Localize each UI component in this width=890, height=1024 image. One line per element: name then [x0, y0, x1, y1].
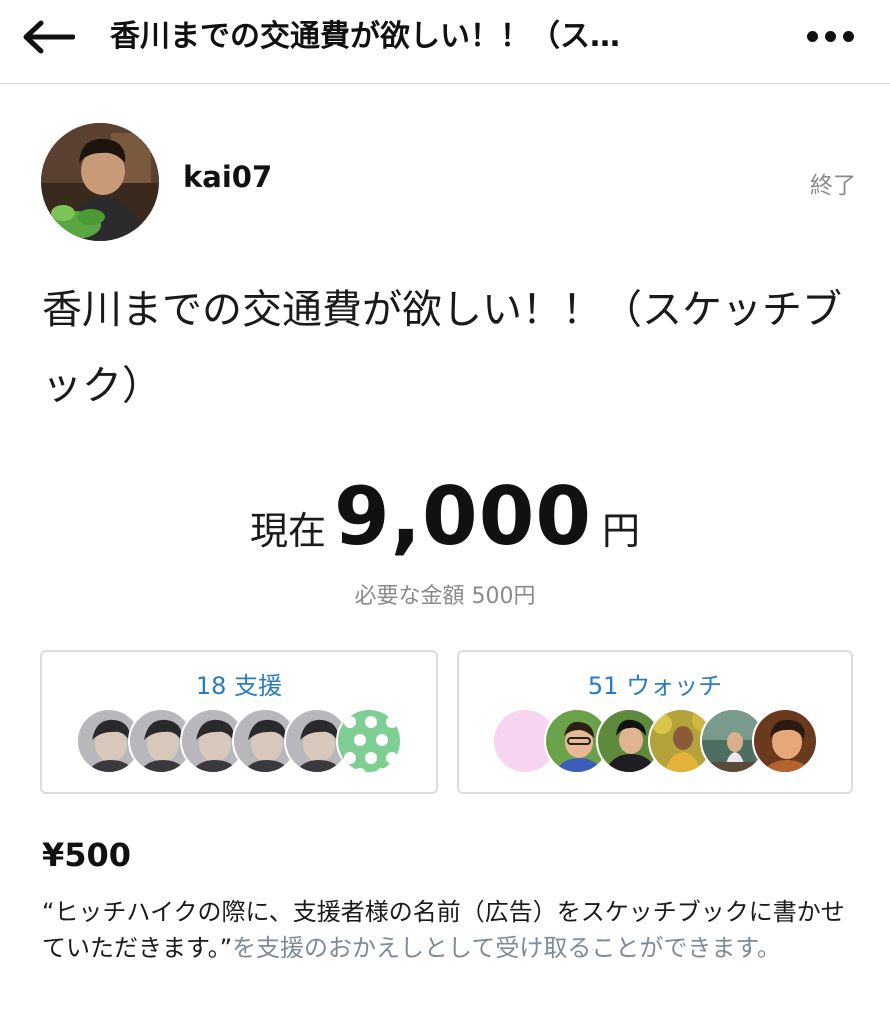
watchers-count-label: 51 ウォッチ — [587, 672, 723, 700]
back-button[interactable] — [18, 14, 78, 60]
current-amount-prefix: 現在 — [249, 509, 326, 553]
project-status-label: 終了 — [810, 173, 856, 199]
reward-description-suffix: を支援のおかえしとして受け取ることができます。 — [232, 934, 781, 962]
supporters-avatar-row — [42, 708, 436, 776]
more-dots-icon — [824, 30, 836, 42]
more-options-button[interactable] — [790, 16, 870, 56]
current-amount-value: 9,000 — [333, 470, 593, 563]
nav-title: 香川までの交通費が欲しい！！（ス… — [110, 19, 620, 54]
supporters-count-label: 18 支援 — [195, 672, 283, 700]
owner-username[interactable]: kai07 — [183, 160, 272, 194]
supporters-box[interactable]: 18 支援 — [40, 650, 438, 794]
watcher-avatar — [752, 708, 818, 774]
owner-avatar-image — [41, 123, 159, 241]
reward-description: “ヒッチハイクの際に、支援者様の名前（広告）をスケッチブックに書かせていただきま… — [42, 894, 857, 966]
watchers-avatar-row — [459, 708, 851, 776]
reward-price: ¥500 — [42, 836, 132, 874]
more-dots-icon — [842, 30, 854, 42]
project-title: 香川までの交通費が欲しい！！（スケッチブック） — [42, 287, 842, 409]
top-nav-bar: 香川までの交通費が欲しい！！（ス… — [0, 0, 890, 84]
watchers-box[interactable]: 51 ウォッチ — [457, 650, 853, 794]
owner-avatar[interactable] — [41, 123, 159, 241]
more-dots-icon — [806, 30, 818, 42]
arrow-left-icon — [23, 20, 75, 54]
current-amount: 現在 9,000 円 — [0, 470, 890, 570]
current-amount-unit: 円 — [602, 509, 641, 553]
supporter-avatar-default — [336, 708, 402, 774]
required-amount: 必要な金額 500円 — [354, 584, 536, 609]
